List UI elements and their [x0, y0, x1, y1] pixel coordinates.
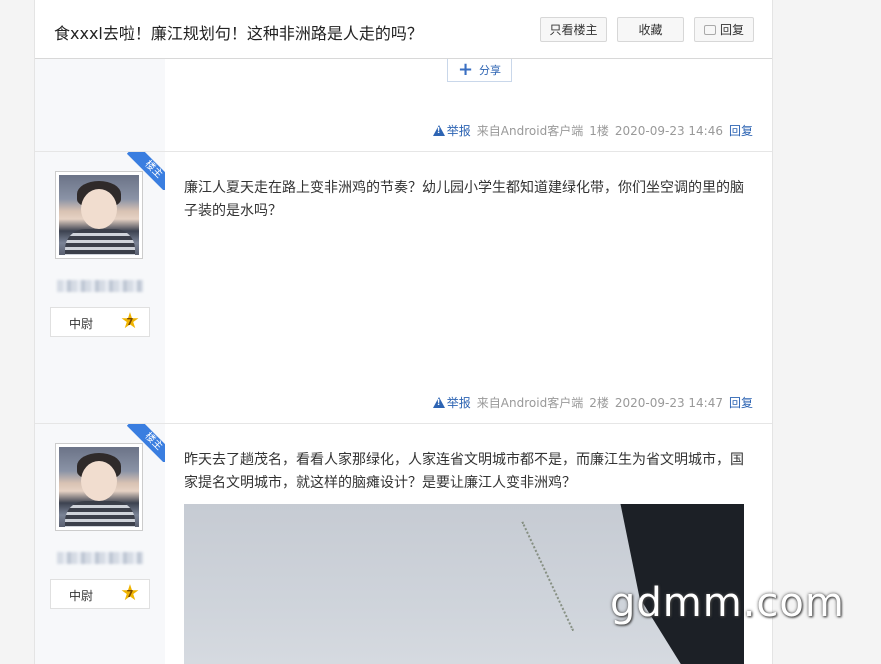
comment-icon — [703, 24, 716, 35]
username-blurred[interactable] — [57, 280, 143, 292]
avatar-image — [59, 447, 139, 527]
post-2-sidebar: 楼主 中尉 ★ 7 — [35, 152, 165, 423]
favorite-label: 收藏 — [638, 23, 663, 37]
rank-box: 中尉 ★ 7 — [50, 307, 150, 337]
post-3-sidebar: 楼主 中尉 ★ 7 — [35, 424, 165, 664]
post-1-sidebar — [35, 59, 165, 151]
post-2-content: 廉江人夏天走在路上变非洲鸡的节奏？幼儿园小学生都知道建绿化带，你们坐空调的里的脑… — [165, 152, 772, 423]
report-link[interactable]: 举报 — [432, 394, 471, 411]
post-floor: 1楼 — [589, 124, 609, 138]
share-button[interactable]: + 分享 — [447, 59, 512, 82]
post-1-meta: 举报 来自Android客户端 1楼 2020-09-23 14:46 回复 — [432, 122, 753, 139]
post-time: 2020-09-23 14:46 — [614, 123, 723, 138]
avatar[interactable] — [55, 171, 143, 259]
share-label: 分享 — [479, 64, 502, 77]
post-text: 廉江人夏天走在路上变非洲鸡的节奏？幼儿园小学生都知道建绿化带，你们坐空调的里的脑… — [184, 180, 744, 219]
post-2-meta: 举报 来自Android客户端 2楼 2020-09-23 14:47 回复 — [432, 394, 753, 411]
owner-only-label: 只看楼主 — [549, 23, 598, 37]
avatar-image — [59, 175, 139, 255]
rank-label: 中尉 — [69, 589, 94, 603]
post-2: 楼主 中尉 ★ 7 廉江人夏天走在路上变非洲鸡的节奏？幼儿园小学生都知道建绿化带，… — [35, 152, 772, 424]
report-label: 举报 — [446, 396, 471, 410]
rank-level: 7 — [126, 589, 134, 600]
username-blurred[interactable] — [57, 552, 143, 564]
reply-label: 回复 — [719, 23, 744, 37]
reply-link[interactable]: 回复 — [729, 122, 753, 139]
thread-header: 食xxxl去啦！廉江规划句！这种非洲路是人走的吗？ 只看楼主 收藏 回复 — [35, 0, 772, 59]
rank-box: 中尉 ★ 7 — [50, 579, 150, 609]
star-icon: ★ 7 — [120, 309, 140, 334]
post-1-tail: + 分享 举报 来自Android客户端 1楼 2020-09-23 14:46… — [35, 59, 772, 152]
warning-icon — [432, 125, 445, 136]
post-3-content: 昨天去了趟茂名，看看人家那绿化，人家连省文明城市都不是，而廉江生为省文明城市，国… — [165, 424, 772, 664]
avatar[interactable] — [55, 443, 143, 531]
thread-title: 食xxxl去啦！廉江规划句！这种非洲路是人走的吗？ — [54, 24, 423, 43]
post-source: 来自Android客户端 — [476, 396, 584, 410]
report-label: 举报 — [446, 124, 471, 138]
owner-only-button[interactable]: 只看楼主 — [540, 17, 607, 42]
post-source: 来自Android客户端 — [476, 124, 584, 138]
reply-button[interactable]: 回复 — [694, 17, 754, 42]
post-floor: 2楼 — [589, 396, 609, 410]
reply-link[interactable]: 回复 — [729, 394, 753, 411]
post-time: 2020-09-23 14:47 — [614, 395, 723, 410]
warning-icon — [432, 397, 445, 408]
favorite-button[interactable]: 收藏 — [617, 17, 684, 42]
rank-label: 中尉 — [69, 317, 94, 331]
post-3: 楼主 中尉 ★ 7 昨天去了趟茂名，看看人家那绿化，人家连省文明城市都不是，而廉江… — [35, 424, 772, 664]
report-link[interactable]: 举报 — [432, 122, 471, 139]
post-text: 昨天去了趟茂名，看看人家那绿化，人家连省文明城市都不是，而廉江生为省文明城市，国… — [184, 452, 744, 491]
star-icon: ★ 7 — [120, 581, 140, 606]
site-watermark: gdmm.com — [610, 580, 845, 626]
thread-page: 食xxxl去啦！廉江规划句！这种非洲路是人走的吗？ 只看楼主 收藏 回复 + 分… — [34, 0, 773, 664]
plus-icon: + — [457, 59, 474, 80]
rank-level: 7 — [126, 317, 134, 328]
